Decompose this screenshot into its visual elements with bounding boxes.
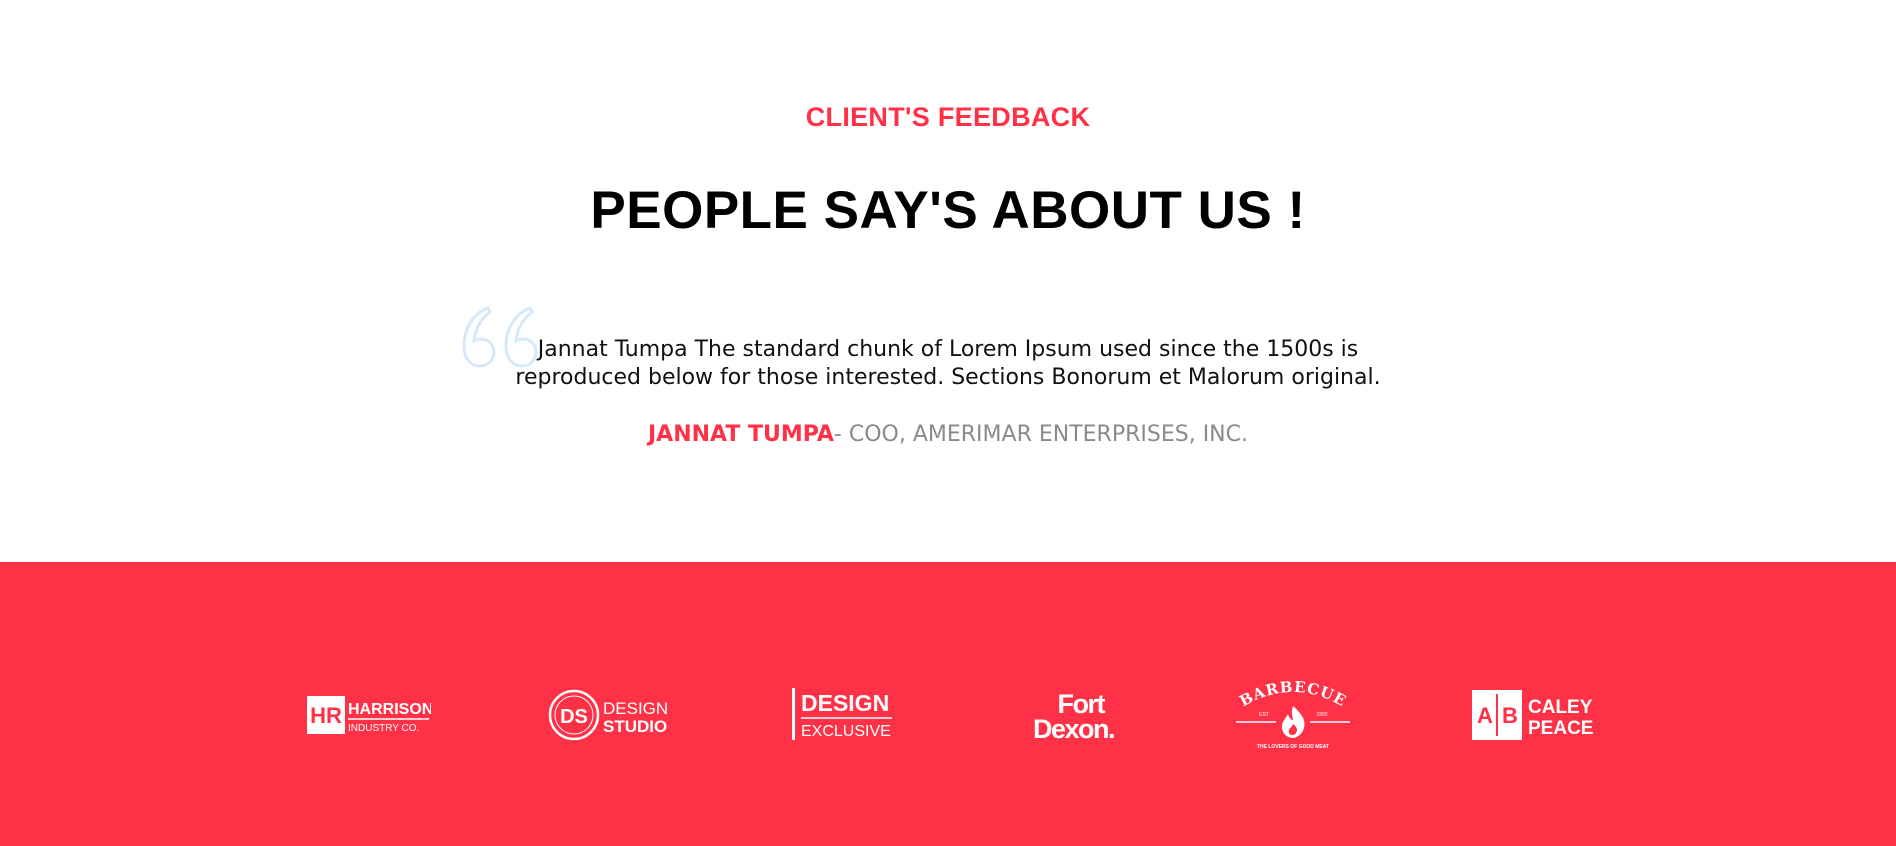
author-role: - COO, AMERIMAR ENTERPRISES, INC. — [833, 422, 1248, 447]
caley-peace-mark-right: B — [1502, 703, 1518, 728]
flame-icon — [1282, 706, 1305, 738]
testimonial-section: CLIENT'S FEEDBACK PEOPLE SAY'S ABOUT US … — [0, 0, 1896, 562]
section-eyebrow: CLIENT'S FEEDBACK — [805, 102, 1091, 132]
barbecue-name: BARBECUE — [1237, 678, 1349, 710]
testimonial-quote: Jannat Tumpa The standard chunk of Lorem… — [515, 337, 1381, 390]
brand-logo-design-studio[interactable]: DS DESIGN STUDIO — [548, 678, 674, 752]
brand-logos-strip: HR HARRISON INDUSTRY CO. DS DESIGN STUDI… — [0, 562, 1896, 846]
design-exclusive-line2: EXCLUSIVE — [801, 723, 891, 740]
harrison-mark: HR — [310, 703, 342, 728]
section-heading: PEOPLE SAY'S ABOUT US ! — [590, 181, 1306, 240]
caley-peace-mark-left: A — [1477, 703, 1493, 728]
harrison-sub: INDUSTRY CO. — [348, 723, 419, 734]
caley-peace-line1: CALEY — [1528, 697, 1593, 718]
author-name: JANNAT TUMPA — [648, 422, 834, 447]
brand-logo-design-exclusive[interactable]: DESIGN EXCLUSIVE — [790, 678, 900, 752]
testimonial-author: JANNAT TUMPA- COO, AMERIMAR ENTERPRISES,… — [0, 422, 1896, 447]
design-studio-line2: STUDIO — [603, 717, 667, 736]
barbecue-tagline: THE LOVERS OF GOOD MEAT — [1257, 744, 1329, 750]
barbecue-est: EST — [1259, 712, 1269, 718]
barbecue-year: 1992 — [1316, 712, 1327, 718]
brand-logo-harrison[interactable]: HR HARRISON INDUSTRY CO. — [305, 678, 431, 752]
design-studio-mark: DS — [560, 706, 588, 728]
brand-logo-fort-dexon[interactable]: Fort Dexon. — [1010, 678, 1116, 752]
fort-dexon-line2: Dexon. — [1033, 714, 1114, 744]
svg-text:BARBECUE: BARBECUE — [1237, 678, 1350, 710]
caley-peace-line2: PEACE — [1528, 718, 1593, 739]
harrison-name: HARRISON — [348, 701, 431, 718]
design-studio-line1: DESIGN — [603, 699, 668, 718]
design-exclusive-line1: DESIGN — [801, 690, 889, 716]
brand-logo-caley-peace[interactable]: A B CALEY PEACE — [1470, 678, 1594, 752]
brand-logo-barbecue[interactable]: BARBECUE EST 1992 THE LOVERS OF GOOD MEA… — [1234, 678, 1352, 752]
